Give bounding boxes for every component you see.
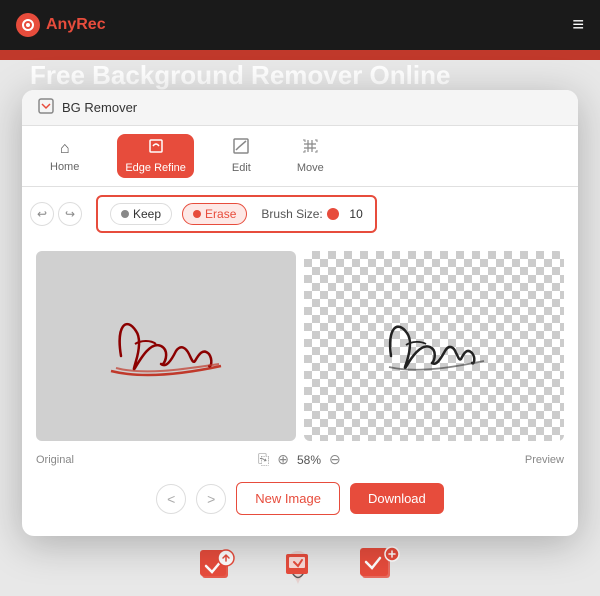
logo-text: AnyRec [46, 16, 106, 34]
page-background: AnyRec ≡ Free Background Remover Online … [0, 0, 600, 596]
preview-signature [369, 301, 499, 391]
new-image-button[interactable]: New Image [236, 482, 340, 515]
brush-size-value: 10 [343, 207, 363, 221]
hamburger-menu[interactable]: ≡ [572, 14, 584, 37]
tab-edit[interactable]: Edit [224, 134, 259, 178]
bottom-icon-3 [358, 544, 402, 588]
bottom-icon-2-svg [278, 546, 318, 586]
logo-area: AnyRec [16, 13, 106, 37]
preview-label: Preview [525, 454, 564, 466]
preview-canvas [304, 251, 564, 441]
next-button[interactable]: > [196, 484, 226, 514]
undo-redo-group: ↩ ↪ [30, 202, 82, 226]
redo-button[interactable]: ↪ [58, 202, 82, 226]
logo-highlight: Any [46, 16, 76, 33]
tab-edge-refine[interactable]: Edge Refine [117, 134, 194, 178]
logo-suffix: Rec [76, 16, 105, 33]
copy-button[interactable]: ⎘ [258, 451, 269, 468]
bg-remover-modal: BG Remover ⌂ Home Edge Refine [22, 90, 578, 536]
modal-header-title: BG Remover [62, 100, 137, 115]
download-button[interactable]: Download [350, 483, 444, 514]
keep-button[interactable]: Keep [110, 203, 172, 225]
zoom-out-button[interactable]: ⊖ [329, 451, 341, 468]
edit-icon [233, 138, 249, 159]
prev-button[interactable]: < [156, 484, 186, 514]
tab-home-label: Home [50, 161, 79, 173]
tab-edit-label: Edit [232, 162, 251, 174]
status-bar: Original ⎘ ⊕ 58% ⊖ Preview [22, 445, 578, 474]
top-navigation: AnyRec ≡ [0, 0, 600, 50]
zoom-in-button[interactable]: ⊕ [277, 451, 289, 468]
tab-edge-refine-label: Edge Refine [125, 162, 186, 174]
zoom-value: 58% [297, 453, 321, 467]
brush-size-label: Brush Size: [261, 207, 322, 221]
tab-move[interactable]: Move [289, 134, 332, 178]
action-bar: < > New Image Download [22, 474, 578, 523]
page-title: Free Background Remover Online [30, 60, 450, 91]
edge-refine-icon [148, 138, 164, 159]
erase-dot [193, 210, 201, 218]
bottom-icon-3-svg [358, 544, 402, 588]
original-label: Original [36, 454, 74, 466]
tab-home[interactable]: ⌂ Home [42, 136, 87, 177]
bottom-icons-area [0, 536, 600, 596]
brush-slider-thumb [327, 208, 339, 220]
canvas-area [22, 241, 578, 441]
modal-header-icon [38, 98, 54, 117]
erase-label: Erase [205, 207, 236, 221]
bottom-icon-1 [198, 546, 238, 586]
original-canvas [36, 251, 296, 441]
modal-header: BG Remover [22, 90, 578, 126]
bottom-icon-1-svg [198, 546, 238, 586]
home-icon: ⌂ [60, 140, 70, 158]
erase-button[interactable]: Erase [182, 203, 247, 225]
keep-label: Keep [133, 207, 161, 221]
status-center: ⎘ ⊕ 58% ⊖ [258, 451, 341, 468]
keep-dot [121, 210, 129, 218]
logo-icon [16, 13, 40, 37]
toolbar-tabs: ⌂ Home Edge Refine [22, 126, 578, 187]
edge-controls: Keep Erase Brush Size: 10 [96, 195, 377, 233]
undo-button[interactable]: ↩ [30, 202, 54, 226]
move-icon [302, 138, 318, 159]
tab-move-label: Move [297, 162, 324, 174]
original-signature [91, 296, 241, 396]
bottom-icon-2 [278, 546, 318, 586]
